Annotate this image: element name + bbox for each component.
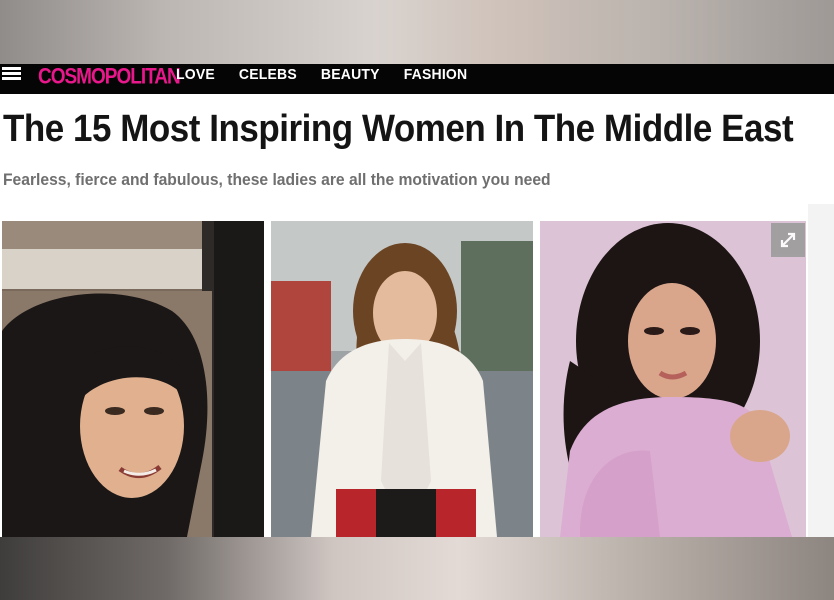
nav-link-love[interactable]: LOVE: [176, 64, 215, 85]
nav-link-fashion[interactable]: FASHION: [404, 64, 468, 85]
page-gutter: [808, 204, 834, 537]
site-logo[interactable]: COSMOPOLITAN: [38, 64, 181, 90]
top-navigation-bar: COSMOPOLITAN LOVE CELEBS BEAUTY FASHION: [0, 64, 834, 94]
hamburger-menu-icon[interactable]: [2, 67, 21, 81]
article-title: The 15 Most Inspiring Women In The Middl…: [3, 108, 794, 150]
expand-button[interactable]: [771, 223, 805, 257]
blurred-backdrop-bottom: [0, 537, 834, 600]
nav-link-celebs[interactable]: CELEBS: [239, 64, 297, 85]
blurred-backdrop-top: [0, 0, 834, 64]
photo-woman-in-hijab[interactable]: [2, 221, 264, 537]
photo-woman-in-pink-sweater[interactable]: [540, 221, 806, 537]
article-subtitle: Fearless, fierce and fabulous, these lad…: [3, 170, 551, 189]
photo-woman-in-white-blouse[interactable]: [271, 221, 533, 537]
article-page: COSMOPOLITAN LOVE CELEBS BEAUTY FASHION …: [0, 64, 834, 537]
expand-arrows-icon: [780, 232, 796, 248]
nav-link-beauty[interactable]: BEAUTY: [321, 64, 380, 85]
nav-links: LOVE CELEBS BEAUTY FASHION: [176, 64, 491, 84]
